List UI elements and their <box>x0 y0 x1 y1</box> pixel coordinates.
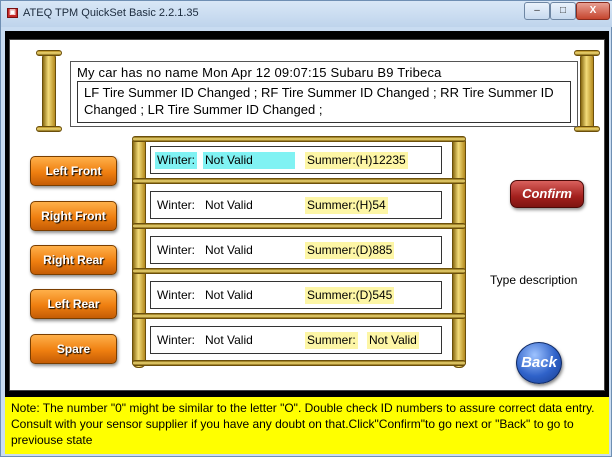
spare-summer-label: Summer: <box>305 332 358 349</box>
scroll-rod-left <box>42 52 56 132</box>
spare-winter-label: Winter: <box>157 333 196 347</box>
left-rear-id-row: Winter: Not Valid Summer:(D)545 <box>150 281 442 309</box>
scroll-rod-right <box>580 52 594 132</box>
left-rear-summer-id: Summer:(D)545 <box>305 287 395 304</box>
left-rear-winter-label: Winter: <box>157 288 196 302</box>
scroll-cap-top-right <box>574 50 600 56</box>
left-rear-label: Left Rear <box>47 297 100 311</box>
left-front-id-row: Winter: Not Valid Summer:(H)12235 <box>150 146 442 174</box>
left-front-button[interactable]: Left Front <box>30 156 117 186</box>
frame-rod-right <box>452 136 466 368</box>
change-message: LF Tire Summer ID Changed ; RF Tire Summ… <box>77 81 571 123</box>
vehicle-info-box: My car has no name Mon Apr 12 09:07:15 S… <box>70 61 578 127</box>
window-title: ATEQ TPM QuickSet Basic 2.2.1.35 <box>23 7 199 19</box>
back-button[interactable]: Back <box>516 342 562 384</box>
spare-id-row: Winter: Not Valid Summer: Not Valid <box>150 326 442 354</box>
right-rear-label: Right Rear <box>43 253 104 267</box>
tire-id-frame: Winter: Not Valid Summer:(H)12235 Winter… <box>122 136 476 368</box>
app-icon: ▣ <box>7 8 18 18</box>
right-rear-winter-value: Not Valid <box>205 243 253 257</box>
left-front-label: Left Front <box>45 164 102 178</box>
left-rear-button[interactable]: Left Rear <box>30 289 117 319</box>
frame-rail <box>132 313 466 319</box>
frame-rail <box>132 136 466 142</box>
right-front-summer-id: Summer:(H)54 <box>305 197 388 214</box>
frame-rail <box>132 268 466 274</box>
left-front-winter-label: Winter: <box>155 152 198 169</box>
spare-label: Spare <box>56 342 91 356</box>
type-description-label[interactable]: Type description <box>490 273 577 287</box>
right-front-label: Right Front <box>41 209 106 223</box>
confirm-button[interactable]: Confirm <box>510 180 584 208</box>
scroll-cap-bottom-left <box>36 126 62 132</box>
scroll-cap-top-left <box>36 50 62 56</box>
frame-rod-left <box>132 136 146 368</box>
header-scroll-panel: My car has no name Mon Apr 12 09:07:15 S… <box>28 50 604 132</box>
note-bar: Note: The number "0" might be similar to… <box>5 397 609 454</box>
client-area: My car has no name Mon Apr 12 09:07:15 S… <box>5 31 609 454</box>
left-rear-winter-value: Not Valid <box>205 288 253 302</box>
frame-rail <box>132 360 466 366</box>
right-rear-button[interactable]: Right Rear <box>30 245 117 275</box>
right-rear-summer-id: Summer:(D)885 <box>305 242 395 259</box>
frame-rail <box>132 178 466 184</box>
right-front-button[interactable]: Right Front <box>30 201 117 231</box>
spare-button[interactable]: Spare <box>30 334 117 364</box>
left-front-summer-id: Summer:(H)12235 <box>305 152 408 169</box>
spare-winter-value: Not Valid <box>205 333 253 347</box>
frame-rail <box>132 223 466 229</box>
spare-summer-value: Not Valid <box>367 332 419 349</box>
main-canvas: My car has no name Mon Apr 12 09:07:15 S… <box>9 39 605 391</box>
left-front-winter-value: Not Valid <box>203 152 295 169</box>
right-front-id-row: Winter: Not Valid Summer:(H)54 <box>150 191 442 219</box>
close-button[interactable]: X <box>576 2 610 20</box>
app-window: ▣ ATEQ TPM QuickSet Basic 2.2.1.35 – □ X… <box>0 0 612 457</box>
title-bar: ▣ ATEQ TPM QuickSet Basic 2.2.1.35 – □ X <box>1 1 612 27</box>
right-front-winter-label: Winter: <box>157 198 196 212</box>
minimize-button[interactable]: – <box>524 2 550 20</box>
right-front-winter-value: Not Valid <box>205 198 253 212</box>
right-rear-id-row: Winter: Not Valid Summer:(D)885 <box>150 236 442 264</box>
maximize-button[interactable]: □ <box>550 2 576 20</box>
right-rear-winter-label: Winter: <box>157 243 196 257</box>
vehicle-info-line: My car has no name Mon Apr 12 09:07:15 S… <box>77 65 442 80</box>
